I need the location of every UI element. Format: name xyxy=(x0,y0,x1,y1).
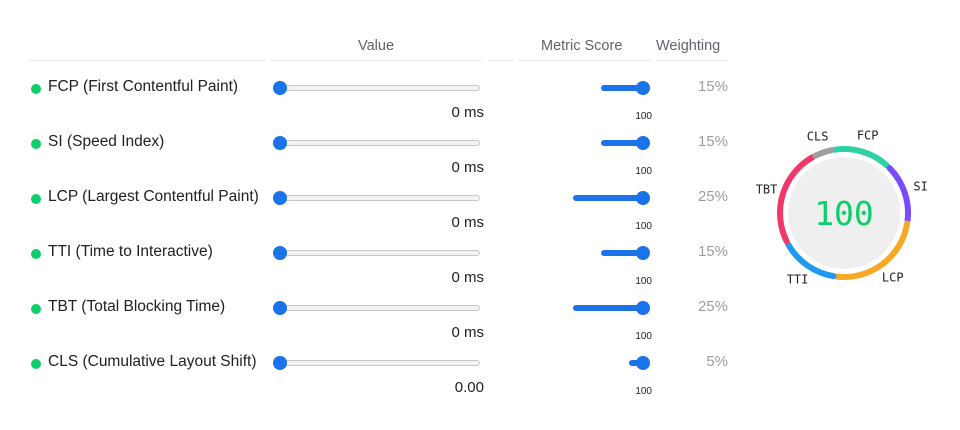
metric-value-slider-thumb[interactable] xyxy=(273,301,287,315)
metric-name: LCP (Largest Contentful Paint) xyxy=(48,188,259,205)
metric-score-slider-thumb[interactable] xyxy=(636,136,650,150)
gauge-label-cls: CLS xyxy=(807,129,829,143)
header-divider xyxy=(270,60,482,61)
metric-value-slider-track[interactable] xyxy=(280,195,480,201)
gauge-chart: FCP SI LCP TTI TBT CLS 100 xyxy=(756,129,928,287)
metric-score-value: 100 xyxy=(635,111,652,122)
status-dot xyxy=(31,304,41,314)
metric-weight: 5% xyxy=(706,353,728,370)
metric-value-slider-thumb[interactable] xyxy=(273,191,287,205)
metric-value: 0 ms xyxy=(451,104,484,121)
gauge-segment-cls xyxy=(812,147,835,159)
gauge-label-fcp: FCP xyxy=(857,129,879,143)
metric-weight: 25% xyxy=(697,188,728,205)
metric-score-slider-fill[interactable] xyxy=(573,195,643,201)
metric-weight: 15% xyxy=(697,78,728,95)
header-divider xyxy=(28,60,266,61)
metric-value-slider-thumb[interactable] xyxy=(273,246,287,260)
header-divider xyxy=(488,60,514,61)
metric-score-slider-thumb[interactable] xyxy=(636,246,650,260)
metric-row: LCP (Largest Contentful Paint) 0 ms 100 25% xyxy=(0,182,740,237)
metric-name: FCP (First Contentful Paint) xyxy=(48,78,239,95)
metric-value-slider-track[interactable] xyxy=(280,360,480,366)
metric-score-value: 100 xyxy=(635,166,652,177)
metric-row: TTI (Time to Interactive) 0 ms 100 15% xyxy=(0,237,740,292)
metric-name: TBT (Total Blocking Time) xyxy=(48,298,226,315)
status-dot xyxy=(31,194,41,204)
header-divider xyxy=(518,60,652,61)
metric-value-slider-track[interactable] xyxy=(280,305,480,311)
metric-name: CLS (Cumulative Layout Shift) xyxy=(48,353,257,370)
metric-name: SI (Speed Index) xyxy=(48,133,165,150)
metric-row: FCP (First Contentful Paint) 0 ms 100 15% xyxy=(0,72,740,127)
metric-value-slider-track[interactable] xyxy=(280,85,480,91)
metric-score-slider-thumb[interactable] xyxy=(636,356,650,370)
metric-row: SI (Speed Index) 0 ms 100 15% xyxy=(0,127,740,182)
metric-value: 0 ms xyxy=(451,214,484,231)
value-column-header: Value xyxy=(358,38,395,54)
metric-weight: 15% xyxy=(697,133,728,150)
metric-score-value: 100 xyxy=(635,331,652,342)
metric-value: 0 ms xyxy=(451,159,484,176)
metric-score-column-header: Metric Score xyxy=(541,38,623,54)
gauge-label-tbt: TBT xyxy=(756,182,778,196)
metric-value-slider-thumb[interactable] xyxy=(273,356,287,370)
status-dot xyxy=(31,359,41,369)
metric-value-slider-track[interactable] xyxy=(280,250,480,256)
metric-value-slider-thumb[interactable] xyxy=(273,136,287,150)
metric-value: 0.00 xyxy=(454,379,484,396)
metric-score-slider-fill[interactable] xyxy=(573,305,643,311)
metric-row: TBT (Total Blocking Time) 0 ms 100 25% xyxy=(0,292,740,347)
metric-score-value: 100 xyxy=(635,386,652,397)
metric-value-slider-track[interactable] xyxy=(280,140,480,146)
metric-value-slider-thumb[interactable] xyxy=(273,81,287,95)
metric-row: CLS (Cumulative Layout Shift) 0.00 100 5% xyxy=(0,347,740,402)
weighting-column-header: Weighting xyxy=(656,38,721,54)
performance-gauge: FCP SI LCP TTI TBT CLS 100 xyxy=(744,116,944,316)
metric-score-slider-thumb[interactable] xyxy=(636,81,650,95)
metric-value: 0 ms xyxy=(451,269,484,286)
status-dot xyxy=(31,139,41,149)
gauge-label-si: SI xyxy=(913,180,927,194)
metric-score-slider-thumb[interactable] xyxy=(636,191,650,205)
metric-score-value: 100 xyxy=(635,221,652,232)
status-dot xyxy=(31,249,41,259)
header-divider xyxy=(656,60,728,61)
metric-name: TTI (Time to Interactive) xyxy=(48,243,213,260)
metric-weight: 25% xyxy=(697,298,728,315)
status-dot xyxy=(31,84,41,94)
metric-score-slider-thumb[interactable] xyxy=(636,301,650,315)
metric-value: 0 ms xyxy=(451,324,484,341)
gauge-score: 100 xyxy=(814,194,874,233)
metric-weight: 15% xyxy=(697,243,728,260)
metric-score-value: 100 xyxy=(635,276,652,287)
gauge-label-tti: TTI xyxy=(787,272,809,286)
gauge-label-lcp: LCP xyxy=(882,271,904,285)
